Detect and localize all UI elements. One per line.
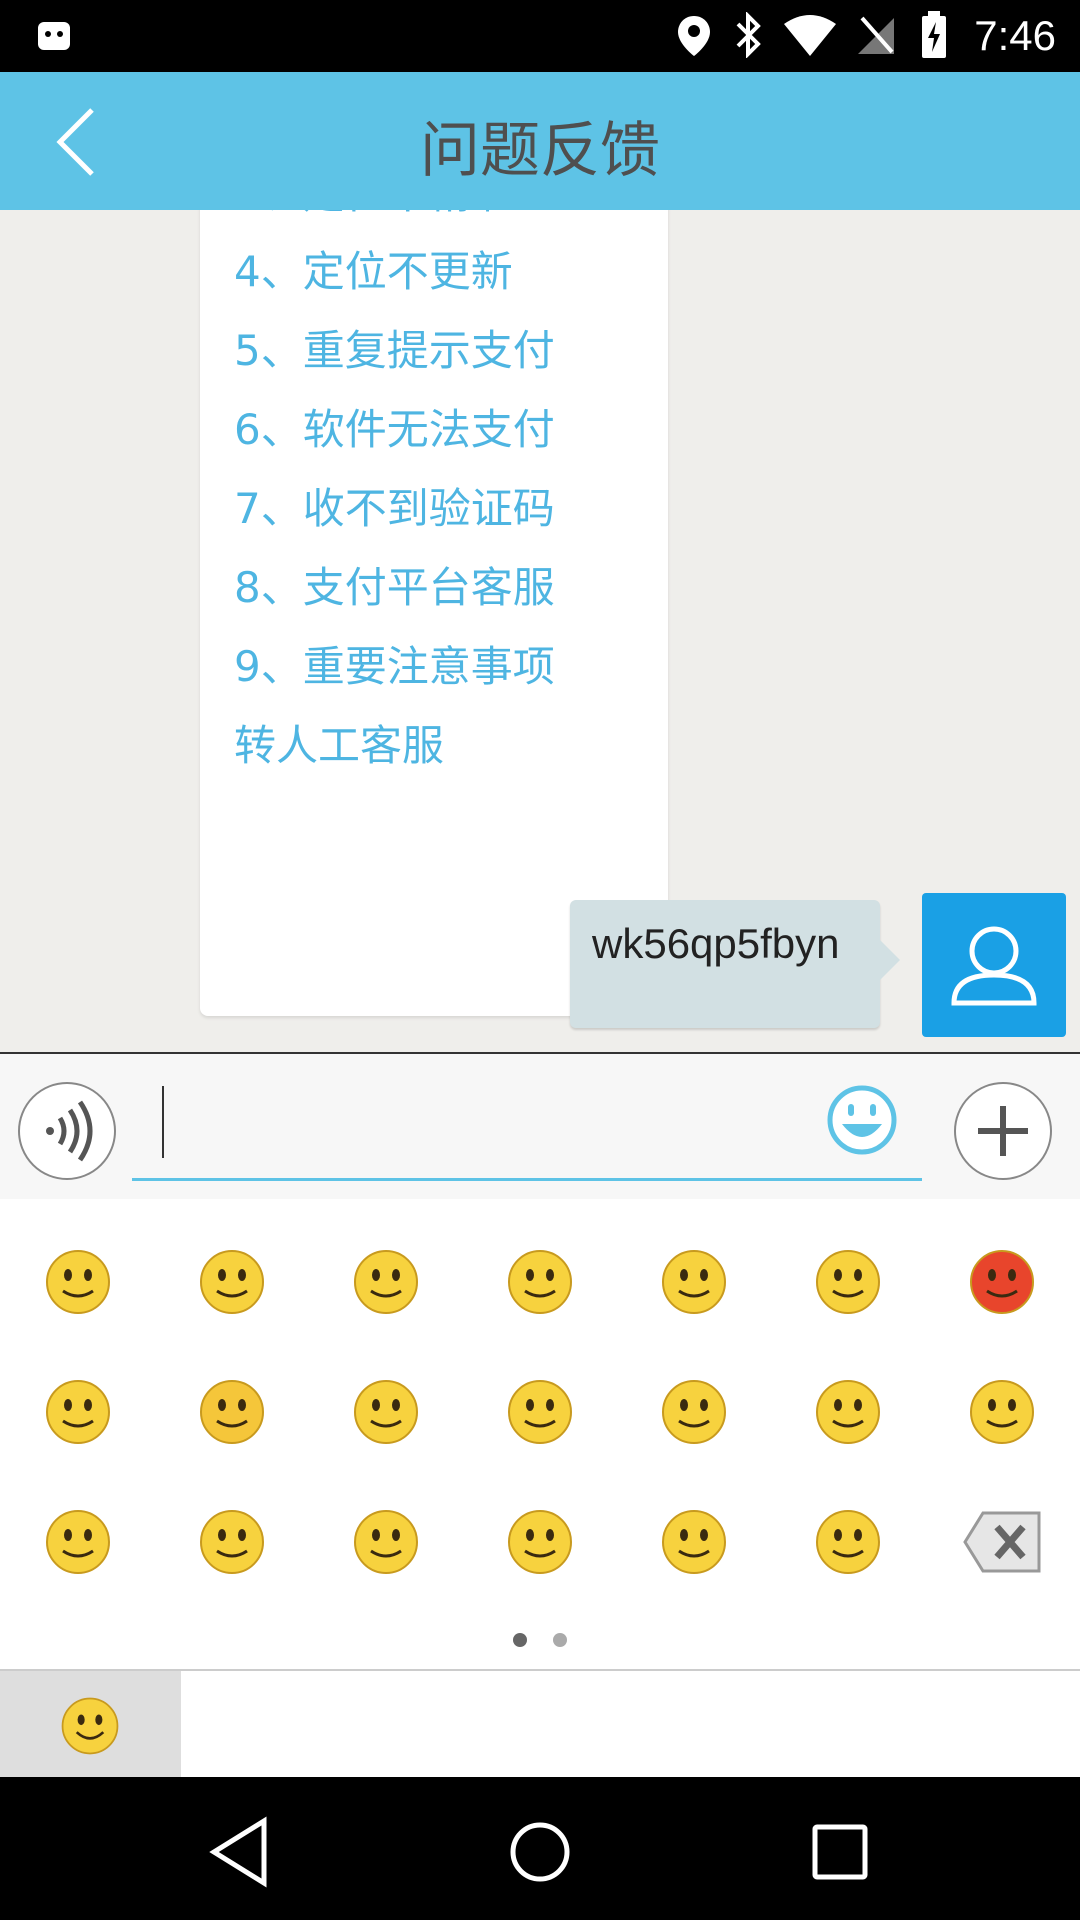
wifi-icon bbox=[784, 15, 836, 56]
plus-icon bbox=[978, 1106, 1028, 1156]
nav-back-button[interactable] bbox=[196, 1807, 286, 1897]
menu-item-3[interactable]: 3、定位不精准 bbox=[234, 210, 513, 221]
more-options-button[interactable] bbox=[954, 1082, 1052, 1180]
cry-icon[interactable] bbox=[505, 1377, 575, 1447]
android-debug-icon bbox=[38, 22, 70, 50]
happy-face-icon bbox=[827, 1085, 897, 1155]
party-icon[interactable] bbox=[351, 1507, 421, 1577]
awkward-icon[interactable] bbox=[43, 1377, 113, 1447]
sent-message-bubble[interactable]: wk56qp5fbyn bbox=[570, 900, 900, 1028]
location-icon bbox=[678, 16, 710, 56]
blush-icon[interactable] bbox=[197, 1377, 267, 1447]
thinking-icon[interactable] bbox=[659, 1507, 729, 1577]
circle-home-icon bbox=[510, 1822, 570, 1882]
menu-item-7[interactable]: 7、收不到验证码 bbox=[234, 475, 555, 536]
menu-item-4[interactable]: 4、定位不更新 bbox=[234, 238, 513, 299]
square-recents-icon bbox=[812, 1824, 868, 1880]
page-dot-active bbox=[513, 1633, 528, 1647]
nav-recents-button[interactable] bbox=[795, 1807, 885, 1897]
chat-area[interactable]: 3、定位不精准 4、定位不更新 5、重复提示支付 6、软件无法支付 7、收不到验… bbox=[0, 210, 1080, 1052]
menu-item-8[interactable]: 8、支付平台客服 bbox=[234, 554, 555, 615]
backspace-icon[interactable] bbox=[961, 1507, 1041, 1577]
grin-icon[interactable] bbox=[197, 1247, 267, 1317]
faq-menu-card: 3、定位不精准 4、定位不更新 5、重复提示支付 6、软件无法支付 7、收不到验… bbox=[200, 210, 668, 1016]
menu-item-6[interactable]: 6、软件无法支付 bbox=[234, 396, 555, 457]
text-caret bbox=[162, 1086, 164, 1158]
status-time: 7:46 bbox=[974, 12, 1056, 59]
menu-item-5[interactable]: 5、重复提示支付 bbox=[234, 317, 555, 378]
sad-icon[interactable] bbox=[351, 1377, 421, 1447]
blank-stare-icon[interactable] bbox=[659, 1377, 729, 1447]
sent-message-text: wk56qp5fbyn bbox=[592, 920, 840, 967]
menu-item-9[interactable]: 9、重要注意事项 bbox=[234, 633, 555, 694]
smile-icon bbox=[61, 1697, 119, 1755]
status-bar: 7:46 bbox=[0, 0, 1080, 72]
input-bar bbox=[0, 1054, 1080, 1199]
angry-icon[interactable] bbox=[967, 1247, 1037, 1317]
unamused-icon[interactable] bbox=[505, 1507, 575, 1577]
voice-icon bbox=[46, 1100, 93, 1162]
zipped-mouth-icon[interactable] bbox=[813, 1507, 883, 1577]
smile-icon[interactable] bbox=[43, 1247, 113, 1317]
emoji-category-tabs bbox=[0, 1669, 1080, 1779]
page-indicator bbox=[0, 1632, 1080, 1651]
message-input[interactable] bbox=[132, 1086, 922, 1181]
title-bar: 问题反馈 bbox=[0, 72, 1080, 210]
nav-home-button[interactable] bbox=[495, 1807, 585, 1897]
sick-icon[interactable] bbox=[197, 1507, 267, 1577]
menu-item-human-agent[interactable]: 转人工客服 bbox=[234, 712, 444, 773]
angel-icon[interactable] bbox=[813, 1377, 883, 1447]
emoji-tab-default[interactable] bbox=[0, 1671, 181, 1779]
battery-charging-icon bbox=[922, 11, 946, 58]
triangle-back-icon bbox=[209, 1816, 267, 1888]
sunglasses-icon[interactable] bbox=[813, 1247, 883, 1317]
avatar[interactable] bbox=[922, 893, 1066, 1037]
page-title: 问题反馈 bbox=[420, 116, 660, 186]
user-icon bbox=[951, 926, 1037, 1006]
no-signal-icon bbox=[858, 16, 894, 54]
smirk-icon[interactable] bbox=[351, 1247, 421, 1317]
nerd-icon[interactable] bbox=[43, 1507, 113, 1577]
grimace-icon[interactable] bbox=[967, 1377, 1037, 1447]
navigation-bar bbox=[0, 1777, 1080, 1920]
bluetooth-icon bbox=[736, 12, 761, 58]
tongue-icon[interactable] bbox=[659, 1247, 729, 1317]
page-dot bbox=[552, 1633, 567, 1647]
emoji-button[interactable] bbox=[826, 1084, 898, 1156]
surprised-icon[interactable] bbox=[505, 1247, 575, 1317]
voice-button[interactable] bbox=[18, 1082, 116, 1180]
